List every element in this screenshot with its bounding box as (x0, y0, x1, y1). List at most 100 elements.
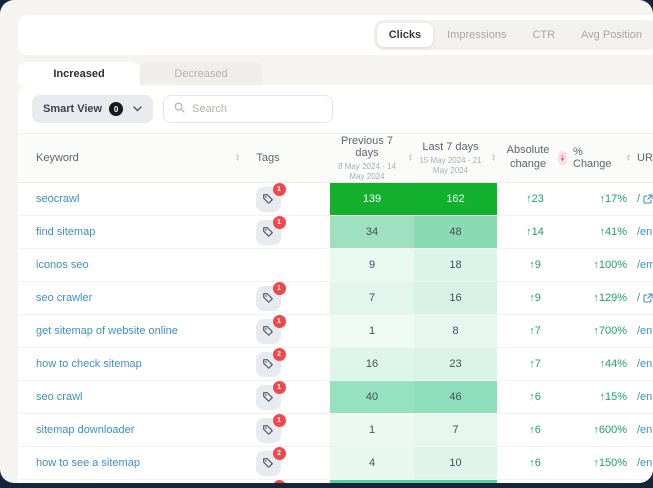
previous-value-cell: 1 (330, 315, 414, 347)
url-link[interactable]: / (635, 292, 653, 304)
tag-button[interactable]: 1 (256, 187, 281, 212)
table-row: iconos seo 9 18 ↑9 ↑100% /em (18, 249, 653, 282)
url-link[interactable]: /en (635, 391, 653, 403)
metric-avg-position[interactable]: Avg Position (569, 23, 653, 47)
col-tags-label: Tags (246, 152, 290, 164)
col-absolute-label: Absolute change (503, 144, 553, 172)
tag-count-badge: 1 (273, 414, 286, 427)
tab-decreased[interactable]: Decreased (140, 62, 262, 85)
url-link[interactable]: /en (635, 358, 653, 370)
table-row: how to see a sitemap 2 4 10 ↑6 ↑150% /en (18, 447, 653, 480)
tag-button[interactable]: 2 (256, 451, 281, 476)
absolute-change-value: ↑9 (497, 292, 573, 304)
table-row: seo crawl 1 40 46 ↑6 ↑15% /en (18, 381, 653, 414)
tag-button[interactable]: 1 (256, 418, 281, 443)
percent-change-value: ↑150% (573, 457, 635, 469)
keyword-link[interactable]: seocrawl (18, 193, 246, 205)
tag-button[interactable]: 1 (256, 385, 281, 410)
url-link[interactable]: /em (635, 259, 653, 271)
url-link[interactable]: / (635, 193, 653, 205)
keyword-link[interactable]: sitemap downloader (18, 424, 246, 436)
percent-change-value: ↑17% (573, 193, 635, 205)
url-link[interactable]: /en (635, 325, 653, 337)
last-value-cell: 23 (414, 348, 497, 380)
keyword-link[interactable]: seo crawl (18, 391, 246, 403)
metric-clicks[interactable]: Clicks (377, 23, 433, 47)
sort-percent[interactable]: ▲▼ (626, 154, 631, 162)
absolute-change-value: ↑7 (497, 358, 573, 370)
tag-count-badge: 2 (273, 348, 286, 361)
tag-icon (262, 193, 274, 205)
last-value-cell: 16 (414, 282, 497, 314)
last-value-cell: 48 (414, 216, 497, 248)
absolute-change-value: ↑14 (497, 226, 573, 238)
previous-value-cell: 16 (330, 348, 414, 380)
metric-impressions[interactable]: Impressions (435, 23, 518, 47)
chevron-down-icon (133, 104, 142, 115)
table-row: seo crawler 1 7 16 ↑9 ↑129% / (18, 282, 653, 315)
keyword-link[interactable]: iconos seo (18, 259, 246, 271)
absolute-change-value: ↑7 (497, 325, 573, 337)
external-link-icon (643, 293, 653, 303)
search-input[interactable] (192, 103, 322, 115)
tag-icon (262, 424, 274, 436)
percent-change-value: ↑100% (573, 259, 635, 271)
tag-icon (262, 358, 274, 370)
tag-button[interactable]: 1 (256, 286, 281, 311)
smart-view-label: Smart View (43, 103, 102, 115)
col-keyword-label: Keyword (36, 152, 79, 164)
previous-value-cell (330, 480, 414, 483)
smart-view-button[interactable]: Smart View 0 (32, 95, 153, 123)
tag-icon (262, 391, 274, 403)
sort-keyword[interactable]: ▲▼ (235, 154, 240, 162)
tag-count-badge: 1 (273, 381, 286, 394)
tag-button[interactable]: 1 (256, 220, 281, 245)
tag-button[interactable]: 1 (256, 319, 281, 344)
external-link-icon (643, 194, 653, 204)
previous-value-cell: 1 (330, 414, 414, 446)
tag-icon (262, 226, 274, 238)
keywords-panel: Smart View 0 Keyword ▲▼ Tags (18, 85, 653, 483)
tag-count-badge: 1 (273, 315, 286, 328)
url-link[interactable]: /en (635, 226, 653, 238)
tab-increased[interactable]: Increased (18, 62, 140, 85)
table-row: get sitemap of website online 1 1 8 ↑7 ↑… (18, 315, 653, 348)
last-value-cell (414, 480, 497, 483)
tag-button[interactable]: 2 (256, 352, 281, 377)
col-last-label: Last 7 days (414, 141, 487, 153)
absolute-change-value: ↑9 (497, 259, 573, 271)
col-previous-range: 8 May 2024 - 14 May 2024 (330, 162, 404, 182)
tag-count-badge: 1 (273, 183, 286, 196)
metric-ctr[interactable]: CTR (520, 23, 567, 47)
previous-value-cell: 139 (330, 183, 414, 215)
last-value-cell: 162 (414, 183, 497, 215)
percent-change-value: ↑15% (573, 391, 635, 403)
keyword-link[interactable]: how to see a sitemap (18, 457, 246, 469)
smart-view-count-badge: 0 (109, 102, 123, 116)
tag-icon (262, 325, 274, 337)
percent-change-value: ↑41% (573, 226, 635, 238)
search-icon (174, 100, 185, 118)
table-row: how to check sitemap 2 16 23 ↑7 ↑44% /en (18, 348, 653, 381)
keyword-link[interactable]: how to check sitemap (18, 358, 246, 370)
sort-previous[interactable]: ▲▼ (408, 154, 413, 162)
last-value-cell: 46 (414, 381, 497, 413)
sort-last[interactable]: ▲▼ (491, 154, 496, 162)
keyword-link[interactable]: find sitemap (18, 226, 246, 238)
tag-count-badge: 1 (273, 282, 286, 295)
keyword-link[interactable]: get sitemap of website online (18, 325, 246, 337)
col-last-range: 15 May 2024 - 21 May 2024 (414, 156, 487, 176)
tag-icon (262, 292, 274, 304)
tag-count-badge: 2 (273, 447, 286, 460)
sort-absolute-active[interactable]: ▲▼ (558, 151, 567, 165)
tag-icon (262, 457, 274, 469)
last-value-cell: 7 (414, 414, 497, 446)
col-percent-label: % Change (573, 146, 621, 170)
tag-count-badge: 1 (273, 480, 286, 484)
keyword-link[interactable]: seo crawler (18, 292, 246, 304)
url-link[interactable]: /en (635, 424, 653, 436)
tag-count-badge: 1 (273, 216, 286, 229)
url-link[interactable]: /en (635, 457, 653, 469)
absolute-change-value: ↑6 (497, 391, 573, 403)
table-row: 1 (18, 480, 653, 483)
